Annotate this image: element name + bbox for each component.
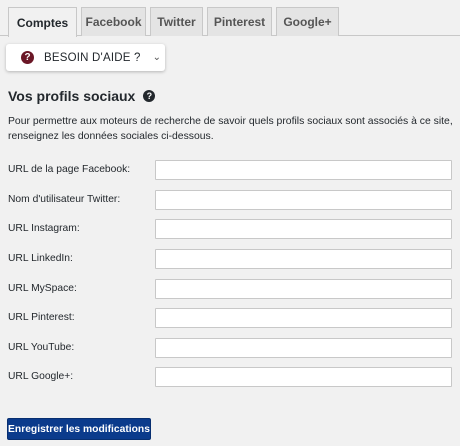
field-row-linkedin: URL LinkedIn: [0, 249, 460, 271]
help-toggle-button[interactable]: ? BESOIN D'AIDE ? ⌄ [6, 44, 165, 71]
field-row-myspace: URL MySpace: [0, 279, 460, 301]
section-heading: Vos profils sociaux ? [8, 88, 156, 104]
tab-label: Twitter [157, 15, 196, 29]
field-label: Nom d'utilisateur Twitter: [8, 194, 121, 205]
field-row-pinterest: URL Pinterest: [0, 308, 460, 330]
pinterest-url-input[interactable] [155, 308, 452, 328]
field-label: URL LinkedIn: [8, 253, 73, 264]
save-changes-button[interactable]: Enregistrer les modifications [7, 418, 151, 440]
tab-label: Facebook [85, 15, 142, 29]
googleplus-url-input[interactable] [155, 367, 452, 387]
tab-facebook[interactable]: Facebook [81, 7, 146, 36]
field-label: URL YouTube: [8, 342, 75, 353]
field-row-instagram: URL Instagram: [0, 219, 460, 241]
field-label: URL de la page Facebook: [8, 164, 131, 175]
linkedin-url-input[interactable] [155, 249, 452, 269]
tab-twitter[interactable]: Twitter [150, 7, 203, 36]
question-icon: ? [21, 51, 34, 64]
field-label: URL Google+: [8, 371, 74, 382]
section-description: Pour permettre aux moteurs de recherche … [8, 116, 453, 142]
youtube-url-input[interactable] [155, 338, 452, 358]
tab-comptes[interactable]: Comptes [8, 7, 77, 37]
facebook-url-input[interactable] [155, 160, 452, 180]
tab-pinterest[interactable]: Pinterest [207, 7, 272, 36]
tab-bar: Comptes Facebook Twitter Pinterest Googl… [0, 0, 460, 37]
field-label: URL Pinterest: [8, 312, 75, 323]
field-label: URL MySpace: [8, 283, 77, 294]
tab-label: Google+ [283, 15, 332, 29]
field-row-facebook: URL de la page Facebook: [0, 160, 460, 182]
field-row-googleplus: URL Google+: [0, 367, 460, 389]
question-icon[interactable]: ? [143, 90, 156, 102]
field-label: URL Instagram: [8, 223, 80, 234]
chevron-down-icon: ⌄ [152, 52, 161, 63]
twitter-username-input[interactable] [155, 190, 452, 210]
tab-label: Pinterest [213, 15, 266, 29]
instagram-url-input[interactable] [155, 219, 452, 239]
help-label: BESOIN D'AIDE ? [44, 51, 141, 64]
field-row-youtube: URL YouTube: [0, 338, 460, 360]
field-row-twitter: Nom d'utilisateur Twitter: [0, 190, 460, 212]
tab-label: Comptes [16, 15, 69, 30]
section-title: Vos profils sociaux [8, 88, 136, 104]
myspace-url-input[interactable] [155, 279, 452, 299]
tab-googleplus[interactable]: Google+ [276, 7, 339, 36]
